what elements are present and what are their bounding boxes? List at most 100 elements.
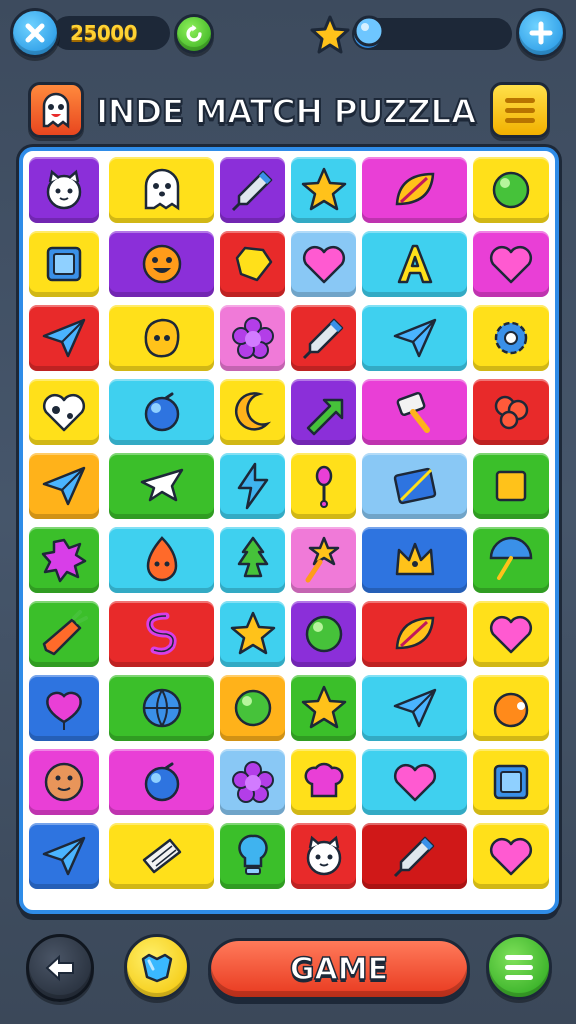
refresh-button[interactable] xyxy=(174,14,214,54)
rocket-icon xyxy=(302,318,343,360)
board-tile[interactable] xyxy=(220,823,285,889)
board-tile[interactable] xyxy=(473,601,549,667)
letter-a-icon xyxy=(397,244,432,284)
board-tile[interactable] xyxy=(220,379,285,445)
paper-plane-icon xyxy=(42,318,86,358)
booster-button[interactable] xyxy=(124,934,190,1000)
board-tile[interactable] xyxy=(291,601,356,667)
board-tile[interactable] xyxy=(473,305,549,371)
board-tile[interactable] xyxy=(291,157,356,223)
board-tile[interactable] xyxy=(220,749,285,815)
board-tile[interactable] xyxy=(220,453,285,519)
board-tile[interactable] xyxy=(29,823,99,889)
board-tile[interactable] xyxy=(362,305,467,371)
bird-icon xyxy=(140,468,183,502)
ball-icon xyxy=(305,615,342,653)
game-button[interactable]: GAME xyxy=(208,938,470,1000)
swirl-icon xyxy=(145,612,177,655)
board-tile[interactable] xyxy=(109,305,214,371)
fire-face-icon xyxy=(146,536,177,582)
bulb-icon xyxy=(237,834,268,875)
board-tile[interactable] xyxy=(220,157,285,223)
board-tile[interactable] xyxy=(362,601,467,667)
options-button[interactable] xyxy=(486,934,552,1000)
board-tile[interactable] xyxy=(291,231,356,297)
refresh-icon xyxy=(186,24,202,42)
board-tile[interactable] xyxy=(291,823,356,889)
board-tile[interactable] xyxy=(109,379,214,445)
board-tile[interactable] xyxy=(473,823,549,889)
menu-button[interactable] xyxy=(490,82,550,138)
board-tile[interactable] xyxy=(109,453,214,519)
board-tile[interactable] xyxy=(362,453,467,519)
add-button[interactable] xyxy=(516,8,566,58)
top-hud: 25000 xyxy=(0,8,576,60)
hammer-icon xyxy=(396,391,430,433)
board-tile[interactable] xyxy=(362,231,467,297)
ball-icon xyxy=(492,171,530,209)
board-tile[interactable] xyxy=(473,231,549,297)
board-tile[interactable] xyxy=(109,157,214,223)
panel-icon xyxy=(393,467,436,505)
board-tile[interactable] xyxy=(109,231,214,297)
board-tile[interactable] xyxy=(29,231,99,297)
board-tile[interactable] xyxy=(473,749,549,815)
coin-value: 25000 xyxy=(70,21,138,45)
energy-gem-icon xyxy=(353,15,385,47)
back-button[interactable] xyxy=(26,934,94,1002)
board-tile[interactable] xyxy=(220,305,285,371)
board-tile[interactable] xyxy=(109,749,214,815)
board-tile[interactable] xyxy=(291,379,356,445)
paper-plane-icon xyxy=(393,318,436,358)
board-tile[interactable] xyxy=(29,675,99,741)
close-button[interactable] xyxy=(10,8,60,58)
orb-icon xyxy=(144,762,179,802)
board-tile[interactable] xyxy=(291,453,356,519)
board-tile[interactable] xyxy=(220,527,285,593)
board-tile[interactable] xyxy=(29,601,99,667)
globe-icon xyxy=(142,688,181,728)
heart-icon xyxy=(393,763,436,802)
board-tile[interactable] xyxy=(362,749,467,815)
board-tile[interactable] xyxy=(220,231,285,297)
board-tile[interactable] xyxy=(291,305,356,371)
ghost-icon xyxy=(144,168,179,211)
board-tile[interactable] xyxy=(291,527,356,593)
board-tile[interactable] xyxy=(473,453,549,519)
board-tile[interactable] xyxy=(362,379,467,445)
board-tile[interactable] xyxy=(29,453,99,519)
board-tile[interactable] xyxy=(362,157,467,223)
board-tile[interactable] xyxy=(29,305,99,371)
board-tile[interactable] xyxy=(291,749,356,815)
cat-face-icon xyxy=(306,835,341,876)
cat-face-icon xyxy=(46,169,82,210)
board-tile[interactable] xyxy=(473,527,549,593)
gear-icon xyxy=(494,321,528,355)
board-tile[interactable] xyxy=(220,675,285,741)
board-tile[interactable] xyxy=(473,675,549,741)
board-tile[interactable] xyxy=(362,527,467,593)
title-row: INDE MATCH PUZZLA xyxy=(0,80,576,140)
board-tile[interactable] xyxy=(29,157,99,223)
flower-icon xyxy=(231,761,274,803)
board-tile[interactable] xyxy=(109,601,214,667)
board-tile[interactable] xyxy=(291,675,356,741)
heart-icon xyxy=(489,245,533,284)
board-tile[interactable] xyxy=(220,601,285,667)
rocket-icon xyxy=(231,170,272,212)
board-tile[interactable] xyxy=(109,527,214,593)
board-tile[interactable] xyxy=(29,527,99,593)
board-tile[interactable] xyxy=(109,823,214,889)
board-tile[interactable] xyxy=(29,749,99,815)
board-tile[interactable] xyxy=(109,675,214,741)
notebook-icon xyxy=(142,838,181,874)
board-tile[interactable] xyxy=(362,823,467,889)
board-tile[interactable] xyxy=(362,675,467,741)
board-tile[interactable] xyxy=(29,379,99,445)
knot-icon xyxy=(494,395,529,430)
moon-icon xyxy=(234,392,271,431)
board-tile[interactable] xyxy=(473,379,549,445)
lightning-icon xyxy=(237,462,268,510)
arrow-left-icon xyxy=(45,954,74,982)
board-tile[interactable] xyxy=(473,157,549,223)
